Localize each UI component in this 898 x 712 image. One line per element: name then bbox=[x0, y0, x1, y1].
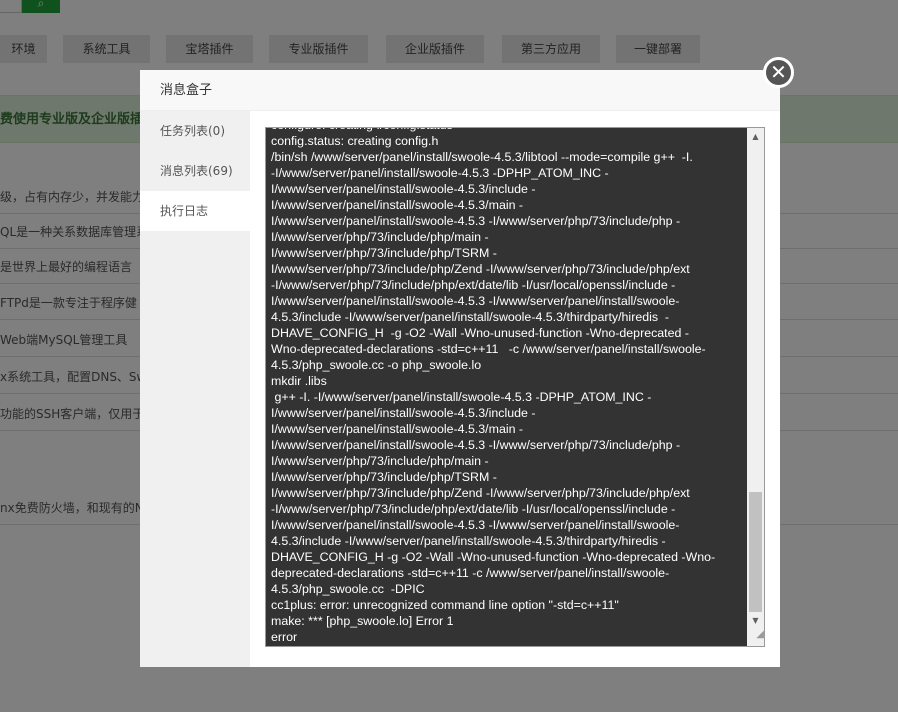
close-icon: ✕ bbox=[770, 60, 787, 84]
resize-grip-icon[interactable]: ◢ bbox=[747, 629, 764, 646]
log-text: configure: creating ./config.status conf… bbox=[271, 128, 716, 644]
message-box-dialog: 消息盒子 任务列表(0) 消息列表(69) 执行日志 configure: cr… bbox=[140, 70, 780, 667]
tab-execution-log[interactable]: 执行日志 bbox=[140, 191, 250, 231]
scroll-up-arrow-icon[interactable]: ▲ bbox=[747, 128, 764, 145]
log-scrollbar[interactable]: ▲ ▼ bbox=[747, 128, 764, 646]
execution-log-textarea[interactable]: configure: creating ./config.status conf… bbox=[265, 127, 765, 647]
dialog-title: 消息盒子 bbox=[140, 70, 780, 111]
scroll-down-arrow-icon[interactable]: ▼ bbox=[747, 612, 764, 629]
close-button[interactable]: ✕ bbox=[763, 57, 794, 88]
tab-message-list[interactable]: 消息列表(69) bbox=[140, 151, 250, 191]
tab-task-list[interactable]: 任务列表(0) bbox=[140, 111, 250, 151]
dialog-sidebar: 任务列表(0) 消息列表(69) 执行日志 bbox=[140, 111, 250, 667]
scrollbar-thumb[interactable] bbox=[749, 492, 762, 612]
